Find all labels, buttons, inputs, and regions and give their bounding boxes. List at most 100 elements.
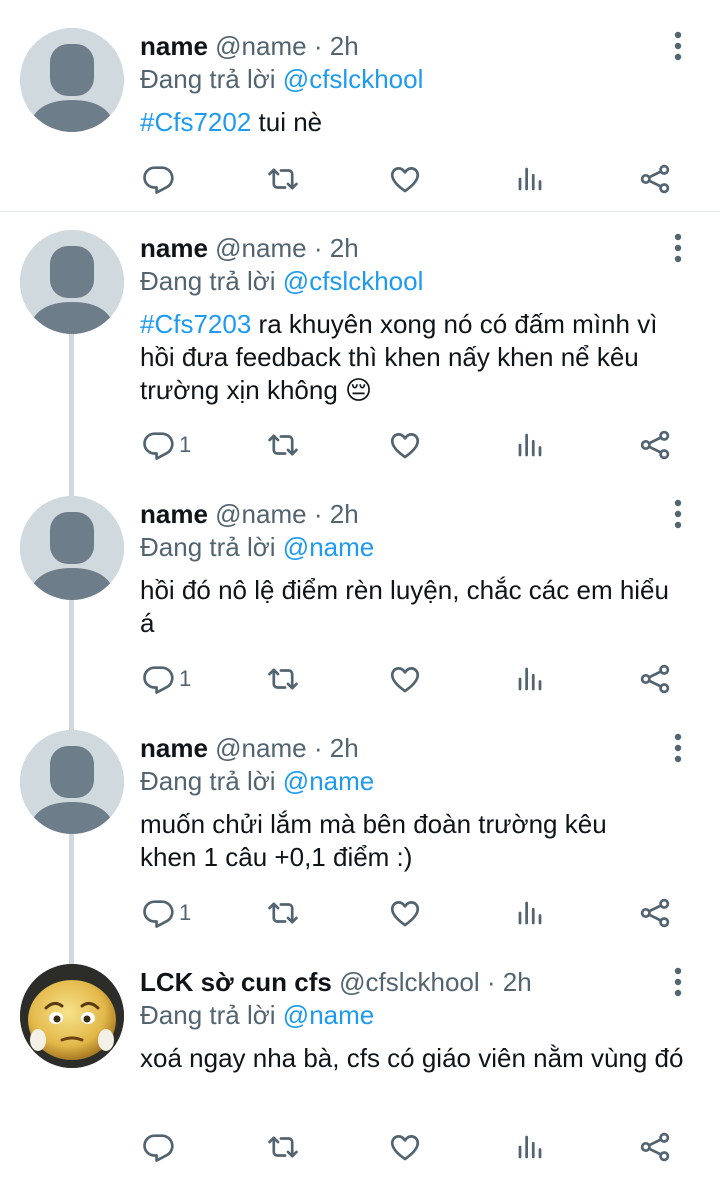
heart-icon xyxy=(390,433,420,459)
tweet-header: name @name · 2h xyxy=(140,28,359,64)
tweet-text-content: muốn chửi lắm mà bên đoàn trường kêu khe… xyxy=(140,809,607,872)
analytics-icon xyxy=(518,433,542,457)
views-button[interactable] xyxy=(515,159,545,199)
mention-link[interactable]: @name xyxy=(283,766,374,796)
tweet-5[interactable]: LCK sờ cun cfs @cfslckhool · 2h Đang trả… xyxy=(0,964,720,1174)
reply-icon xyxy=(143,666,174,694)
default-avatar-icon xyxy=(20,230,124,334)
like-button[interactable] xyxy=(388,1127,422,1167)
handle[interactable]: @name xyxy=(215,733,306,763)
retweet-icon xyxy=(268,168,298,190)
reply-button[interactable]: 1 xyxy=(141,425,191,465)
like-button[interactable] xyxy=(388,159,422,199)
handle[interactable]: @cfslckhool xyxy=(339,967,480,997)
avatar[interactable] xyxy=(20,964,124,1068)
more-icon[interactable] xyxy=(668,232,688,264)
hashtag-link[interactable]: #Cfs7203 xyxy=(140,309,251,339)
views-button[interactable] xyxy=(515,425,545,465)
action-bar: 1 xyxy=(0,659,720,699)
tweet-header: name @name · 2h xyxy=(140,230,359,266)
avatar[interactable] xyxy=(20,28,124,132)
replying-to: Đang trả lời @cfslckhool xyxy=(140,62,423,96)
timestamp[interactable]: 2h xyxy=(503,967,532,997)
mention-link[interactable]: @cfslckhool xyxy=(283,266,424,296)
mention-link[interactable]: @name xyxy=(283,1000,374,1030)
action-bar xyxy=(0,1127,720,1167)
replying-label: Đang trả lời xyxy=(140,1000,276,1030)
hashtag-link[interactable]: #Cfs7202 xyxy=(140,107,251,137)
separator-dot: · xyxy=(313,233,323,263)
views-button[interactable] xyxy=(515,893,545,933)
replying-label: Đang trả lời xyxy=(140,266,276,296)
tweet-4[interactable]: name @name · 2h Đang trả lời @name muốn … xyxy=(0,730,720,940)
share-icon xyxy=(640,664,670,694)
timestamp[interactable]: 2h xyxy=(330,733,359,763)
reply-button[interactable]: 1 xyxy=(141,893,191,933)
heart-icon xyxy=(390,901,420,927)
display-name[interactable]: name xyxy=(140,499,208,529)
share-icon xyxy=(640,430,670,460)
handle[interactable]: @name xyxy=(215,31,306,61)
views-button[interactable] xyxy=(515,1127,545,1167)
avatar[interactable] xyxy=(20,496,124,600)
action-bar: 1 xyxy=(0,425,720,465)
replying-label: Đang trả lời xyxy=(140,532,276,562)
like-button[interactable] xyxy=(388,659,422,699)
display-name[interactable]: name xyxy=(140,733,208,763)
replying-to: Đang trả lời @name xyxy=(140,998,374,1032)
mention-link[interactable]: @name xyxy=(283,532,374,562)
reply-button[interactable] xyxy=(141,1127,179,1167)
share-button[interactable] xyxy=(638,1127,672,1167)
tweet-1[interactable]: name @name · 2h Đang trả lời @cfslckhool… xyxy=(0,28,720,208)
analytics-icon xyxy=(518,901,542,925)
reply-button[interactable] xyxy=(141,159,179,199)
heart-icon xyxy=(390,667,420,693)
reply-button[interactable]: 1 xyxy=(141,659,191,699)
mention-link[interactable]: @cfslckhool xyxy=(283,64,424,94)
tweet-text-content: tui nè xyxy=(251,107,323,137)
timestamp[interactable]: 2h xyxy=(330,233,359,263)
handle[interactable]: @name xyxy=(215,233,306,263)
share-button[interactable] xyxy=(638,893,672,933)
default-avatar-icon xyxy=(20,496,124,600)
more-icon[interactable] xyxy=(668,498,688,530)
tweet-header: name @name · 2h xyxy=(140,496,359,532)
retweet-button[interactable] xyxy=(265,159,301,199)
share-button[interactable] xyxy=(638,659,672,699)
replying-label: Đang trả lời xyxy=(140,64,276,94)
tweet-text: #Cfs7202 tui nè xyxy=(140,106,700,139)
avatar[interactable] xyxy=(20,730,124,834)
more-icon[interactable] xyxy=(668,732,688,764)
share-button[interactable] xyxy=(638,425,672,465)
share-button[interactable] xyxy=(638,159,672,199)
heart-icon xyxy=(390,1135,420,1161)
avatar[interactable] xyxy=(20,230,124,334)
retweet-icon xyxy=(268,902,298,924)
display-name[interactable]: name xyxy=(140,233,208,263)
reply-icon xyxy=(143,166,174,194)
divider xyxy=(0,211,720,212)
separator-dot: · xyxy=(313,733,323,763)
retweet-button[interactable] xyxy=(265,893,301,933)
emoji-face-avatar-icon xyxy=(20,964,124,1068)
more-icon[interactable] xyxy=(668,30,688,62)
display-name[interactable]: LCK sờ cun cfs xyxy=(140,967,332,997)
separator-dot: · xyxy=(313,499,323,529)
views-button[interactable] xyxy=(515,659,545,699)
retweet-button[interactable] xyxy=(265,425,301,465)
like-button[interactable] xyxy=(388,893,422,933)
tweet-3[interactable]: name @name · 2h Đang trả lời @name hồi đ… xyxy=(0,496,720,706)
more-icon[interactable] xyxy=(668,966,688,998)
retweet-button[interactable] xyxy=(265,659,301,699)
replying-to: Đang trả lời @name xyxy=(140,530,374,564)
timestamp[interactable]: 2h xyxy=(330,499,359,529)
retweet-button[interactable] xyxy=(265,1127,301,1167)
like-button[interactable] xyxy=(388,425,422,465)
timestamp[interactable]: 2h xyxy=(330,31,359,61)
analytics-icon xyxy=(518,667,542,691)
retweet-icon xyxy=(268,668,298,690)
tweet-2[interactable]: name @name · 2h Đang trả lời @cfslckhool… xyxy=(0,230,720,470)
display-name[interactable]: name xyxy=(140,31,208,61)
reply-count: 1 xyxy=(179,432,192,457)
handle[interactable]: @name xyxy=(215,499,306,529)
